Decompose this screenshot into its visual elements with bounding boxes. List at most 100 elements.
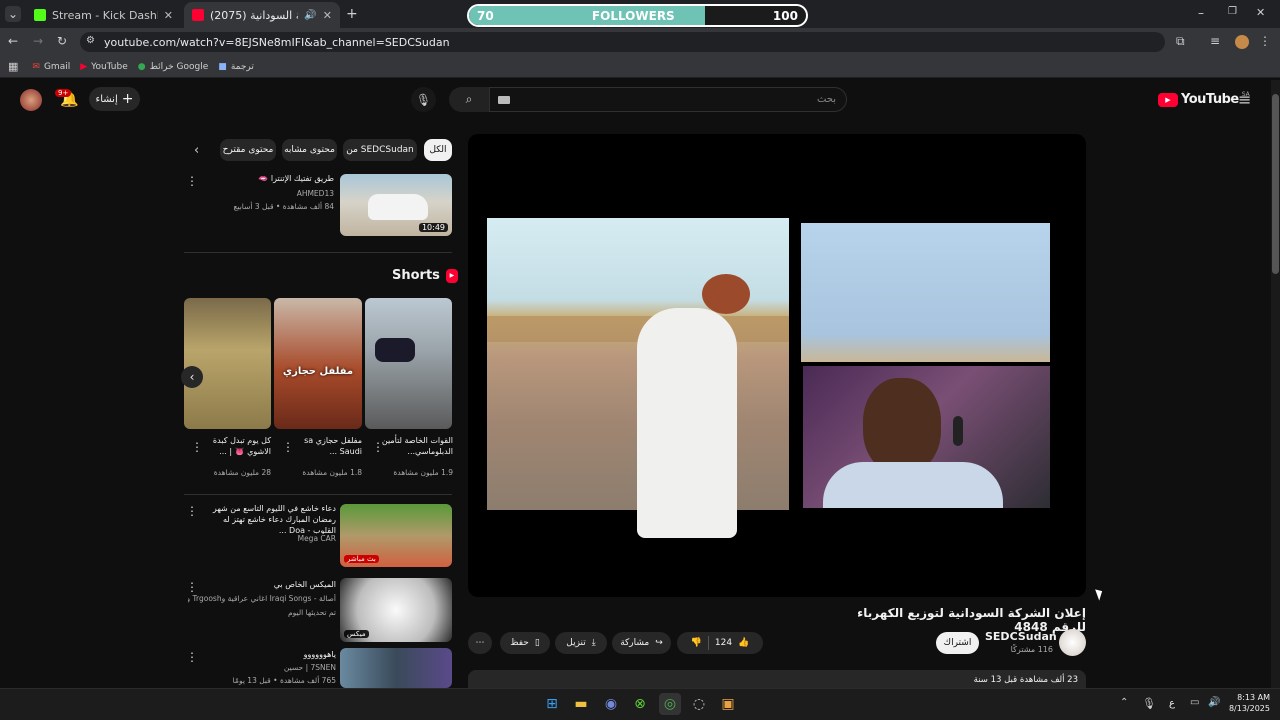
network-icon[interactable]: ▭ — [1190, 697, 1199, 708]
video-thumbnail[interactable] — [340, 648, 452, 688]
profile-avatar[interactable] — [1235, 35, 1249, 49]
minimize-icon[interactable]: – — [1198, 6, 1204, 20]
chip-related[interactable]: محتوى مشابه — [282, 139, 337, 161]
short-views: 1.8 مليون مشاهدة — [302, 468, 362, 477]
chip-all[interactable]: الكل — [424, 139, 452, 161]
recommendation-item[interactable]: 10:49 طريق تفتيك الإتنترا 🫦 AHMED13 84 أ… — [184, 174, 452, 238]
police-car-shape — [375, 338, 415, 362]
tab-youtube-video[interactable]: (2075) إعلان الشركة السودانية 🔊 ✕ — [184, 2, 340, 28]
video-frame-right-top — [801, 223, 1050, 362]
reading-list-icon[interactable]: ≡ — [1210, 34, 1220, 48]
recommendation-item[interactable]: ياهوووووو 7SNEN | حسين 765 ألف مشاهدة • … — [184, 648, 452, 688]
xbox-icon[interactable]: ⊗ — [629, 693, 651, 715]
bookmark-translate[interactable]: ■ ترجمة — [218, 62, 254, 72]
account-avatar[interactable] — [20, 89, 42, 111]
new-tab-button[interactable]: + — [346, 6, 358, 22]
video-thumbnail[interactable]: بث مباشر — [340, 504, 452, 567]
headset-shape — [953, 416, 963, 446]
youtube-logo[interactable]: ▶ YouTube SA — [1158, 91, 1250, 107]
chevron-left-icon[interactable]: ‹ — [194, 143, 199, 158]
short-thumbnail[interactable]: مفلفل حجازي — [274, 298, 362, 429]
app-icon[interactable]: ▣ — [717, 693, 739, 715]
subscribe-button[interactable]: اشتراك — [936, 632, 979, 654]
clock[interactable]: 8:13 AM 8/13/2025 — [1222, 692, 1270, 714]
short-thumbnail[interactable] — [365, 298, 452, 429]
keyboard-icon[interactable] — [498, 96, 510, 104]
dislike-icon[interactable]: 👎 — [691, 638, 702, 648]
more-options-icon[interactable]: ⋮ — [186, 580, 198, 594]
bookmark-maps[interactable]: ● خرائط Google — [138, 62, 209, 72]
speaker-icon[interactable]: 🔊 — [304, 10, 316, 21]
download-icon: ⤓ — [591, 638, 596, 648]
search-input[interactable]: بحث — [489, 87, 847, 112]
more-options-icon[interactable]: ⋮ — [372, 440, 384, 454]
more-actions-button[interactable]: ⋯ — [468, 632, 492, 654]
tab-search-icon[interactable]: ⌄ — [5, 6, 21, 22]
more-options-icon[interactable]: ⋮ — [186, 174, 198, 188]
chrome-icon[interactable]: ◎ — [659, 693, 681, 715]
hamburger-menu-icon[interactable]: ≡ — [1238, 90, 1251, 109]
download-button[interactable]: تنزيل ⤓ — [555, 632, 607, 654]
bookmark-icon: ▯ — [534, 638, 540, 648]
share-button[interactable]: مشاركة ↪ — [612, 632, 671, 654]
like-dislike-group: 👎 124 👍 — [677, 632, 763, 654]
reload-icon[interactable]: ↻ — [57, 34, 67, 48]
close-icon[interactable]: ✕ — [323, 9, 332, 22]
scrollbar-thumb[interactable] — [1272, 94, 1279, 274]
back-icon[interactable]: ← — [8, 34, 18, 48]
more-options-icon[interactable]: ⋮ — [191, 440, 203, 454]
url-text: youtube.com/watch?v=8EJSNe8mIFI&ab_chann… — [104, 35, 450, 49]
more-options-icon[interactable]: ⋮ — [186, 650, 198, 664]
search-button[interactable]: ⌕ — [449, 87, 489, 112]
shorts-prev-button[interactable]: ‹ — [181, 366, 203, 388]
video-title: ياهوووووو — [303, 650, 336, 659]
create-label: إنشاء — [95, 93, 118, 105]
close-icon[interactable]: ✕ — [164, 9, 173, 22]
mic-tray-icon[interactable]: 🎙 — [1142, 697, 1156, 710]
save-button[interactable]: حفظ ▯ — [500, 632, 550, 654]
face-shape — [863, 378, 941, 474]
chip-suggested[interactable]: محتوى مقترح — [220, 139, 276, 161]
windows-start-icon[interactable]: ⊞ — [541, 693, 563, 715]
like-count: 124 — [714, 638, 733, 648]
short-thumbnail[interactable] — [184, 298, 271, 429]
obs-icon[interactable]: ◌ — [688, 693, 710, 715]
share-label: مشاركة — [620, 638, 650, 648]
site-info-icon[interactable]: ⚙ — [86, 35, 95, 46]
recommendation-item[interactable]: ميكس الميكس الخاص بي أصالة - Iraqi Songs… — [184, 578, 452, 642]
volume-icon[interactable]: 🔊 — [1208, 697, 1220, 708]
more-options-icon[interactable]: ⋮ — [282, 440, 294, 454]
window-close-icon[interactable]: ✕ — [1256, 6, 1265, 19]
apps-grid-icon[interactable]: ▦ — [8, 60, 18, 73]
divider — [184, 252, 452, 253]
voice-search-button[interactable]: 🎙 — [411, 87, 436, 112]
address-bar[interactable]: ⚙ youtube.com/watch?v=8EJSNe8mIFI&ab_cha… — [80, 32, 1165, 52]
bookmark-gmail[interactable]: ✉ Gmail — [32, 62, 70, 72]
webcam-frame — [803, 366, 1050, 508]
file-explorer-icon[interactable]: ▬ — [570, 693, 592, 715]
channel-name[interactable]: SEDCSudan — [985, 630, 1057, 643]
language-indicator[interactable]: ع — [1169, 698, 1175, 709]
more-options-icon[interactable]: ⋮ — [186, 504, 198, 518]
bookmark-youtube[interactable]: ▶ YouTube — [80, 62, 128, 72]
recommendation-item[interactable]: بث مباشر دعاء خاشع في الليوم التاسع من ش… — [184, 504, 452, 568]
chevron-up-icon[interactable]: ⌃ — [1120, 697, 1128, 708]
forward-icon[interactable]: → — [33, 34, 43, 48]
create-button[interactable]: إنشاء + — [89, 87, 140, 111]
tab-kick-dashboard[interactable]: Stream - Kick Dashboard ✕ — [26, 2, 181, 28]
restore-icon[interactable]: ❐ — [1228, 6, 1237, 17]
video-player[interactable] — [468, 134, 1086, 597]
like-icon[interactable]: 👍 — [738, 638, 749, 648]
discord-icon[interactable]: ◉ — [600, 693, 622, 715]
mix-thumbnail[interactable]: ميكس — [340, 578, 452, 642]
video-thumbnail[interactable]: 10:49 — [340, 174, 452, 236]
channel-avatar[interactable] — [1059, 629, 1086, 656]
short-views: 28 مليون مشاهدة — [213, 468, 271, 477]
extensions-icon[interactable]: ⧉ — [1176, 34, 1185, 49]
chip-from-channel[interactable]: من SEDCSudan — [343, 139, 417, 161]
maps-pin-icon: ● — [137, 61, 146, 72]
divider — [707, 636, 709, 650]
menu-dots-icon[interactable]: ⋮ — [1259, 34, 1271, 48]
page-scrollbar[interactable] — [1271, 80, 1280, 688]
subscriber-count: 116 مشتركًا — [1010, 645, 1053, 654]
